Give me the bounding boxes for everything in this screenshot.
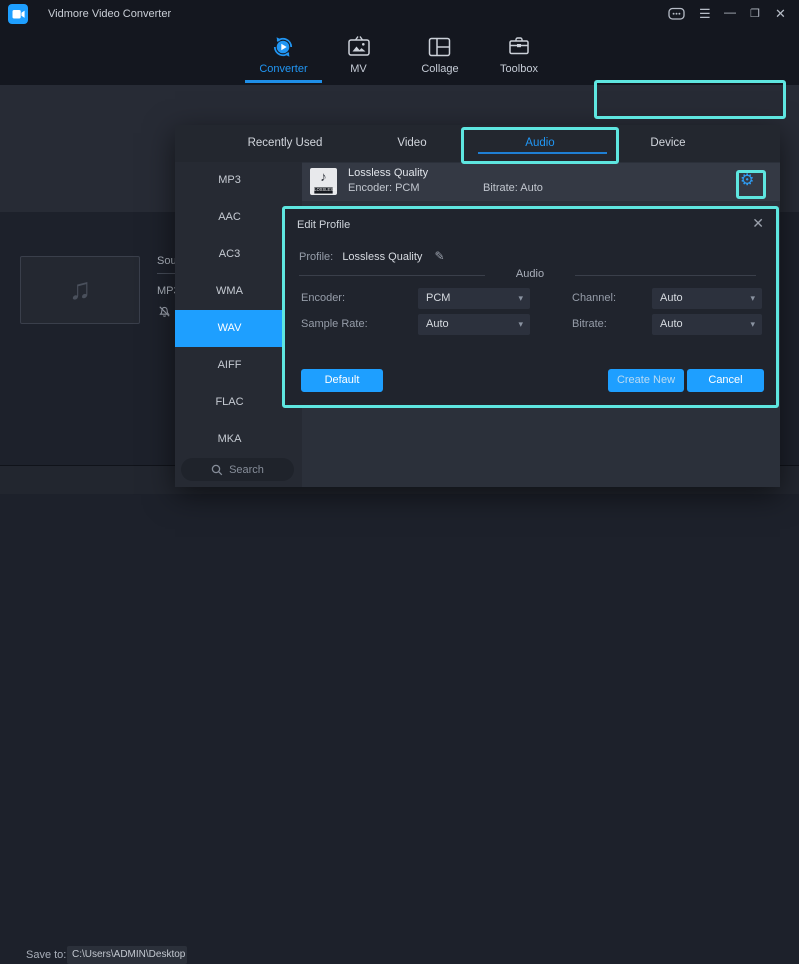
sidebar-item-aac[interactable]: AAC [175, 199, 284, 236]
profile-encoder: Encoder: PCM [348, 182, 420, 194]
audio-tab-underline [478, 152, 607, 154]
encoder-value: PCM [426, 288, 450, 309]
audio-thumbnail: ♫ [20, 256, 140, 324]
channel-value: Auto [660, 288, 683, 309]
save-to-path[interactable]: C:\Users\ADMIN\Desktop [67, 946, 187, 964]
source-label-fragment: Sou [157, 255, 177, 267]
dialog-close-icon[interactable]: ✕ [752, 215, 764, 232]
save-to-label: Save to: [26, 949, 66, 961]
format-search[interactable]: Search [181, 458, 294, 481]
mv-icon[interactable] [347, 35, 371, 58]
header: Vidmore Video Converter ☰ — ❐ ✕ Converte… [0, 0, 799, 85]
mute-icon[interactable] [158, 305, 171, 318]
edit-profile-dialog: Edit Profile ✕ Profile: Lossless Quality… [282, 206, 779, 408]
bitrate-label: Bitrate: [572, 318, 607, 330]
sidebar-item-aiff[interactable]: AIFF [175, 347, 284, 384]
sidebar-item-mp3[interactable]: MP3 [175, 162, 284, 199]
sample-rate-caret-icon: ▾ [518, 314, 523, 335]
encoder-select[interactable]: PCM ▾ [418, 288, 530, 309]
toolbox-icon[interactable] [508, 36, 530, 56]
badge-note-glyph: ♪ [310, 168, 337, 186]
converter-icon[interactable] [270, 34, 296, 60]
sample-rate-select[interactable]: Auto ▾ [418, 314, 530, 335]
source-divider [157, 273, 175, 274]
profile-label: Profile: [299, 251, 333, 263]
rename-pencil-icon[interactable]: ✎ [434, 249, 444, 263]
format-panel-tabs: Recently Used Video Audio Device [175, 125, 780, 162]
encoder-caret-icon: ▾ [518, 288, 523, 309]
channel-caret-icon: ▾ [750, 288, 755, 309]
cancel-button[interactable]: Cancel [687, 369, 764, 392]
section-divider-left [299, 275, 485, 276]
feedback-icon[interactable] [668, 7, 685, 21]
collage-icon[interactable] [428, 37, 451, 57]
maximize-icon[interactable]: ❐ [750, 7, 760, 21]
minimize-icon[interactable]: — [724, 5, 736, 19]
tab-audio[interactable]: Audio [480, 137, 600, 149]
sidebar-item-mka[interactable]: MKA [175, 421, 284, 458]
converter-tab-underline [245, 80, 322, 83]
window-title: Vidmore Video Converter [48, 8, 171, 20]
search-icon [211, 464, 223, 476]
app-logo-icon [8, 4, 28, 24]
toolbar: Add Files ▾ Converting Converted Convert… [0, 85, 799, 122]
section-divider-right [575, 275, 756, 276]
bitrate-value: Auto [660, 314, 683, 335]
sample-rate-value: Auto [426, 314, 449, 335]
channel-label: Channel: [572, 292, 616, 304]
profile-name-row: Profile: Lossless Quality ✎ [299, 249, 445, 263]
profile-bitrate: Bitrate: Auto [483, 182, 543, 194]
sidebar-item-wav[interactable]: WAV [175, 310, 284, 347]
encoder-label: Encoder: [301, 292, 345, 304]
music-note-icon: ♫ [69, 273, 92, 307]
edit-profile-gear-icon[interactable]: ⚙ [740, 171, 754, 191]
dialog-title: Edit Profile [297, 219, 350, 231]
search-placeholder: Search [229, 464, 264, 476]
tab-converter[interactable]: Converter [245, 63, 322, 75]
sample-rate-label: Sample Rate: [301, 318, 368, 330]
default-button[interactable]: Default [301, 369, 383, 392]
tab-video[interactable]: Video [352, 137, 472, 149]
sidebar-item-flac[interactable]: FLAC [175, 384, 284, 421]
bitrate-caret-icon: ▾ [750, 314, 755, 335]
lossless-format-icon: ♪ LOSSLESS [310, 168, 337, 195]
profile-value: Lossless Quality [342, 251, 422, 263]
tab-mv[interactable]: MV [330, 63, 387, 75]
tab-toolbox[interactable]: Toolbox [489, 63, 549, 75]
tab-collage[interactable]: Collage [410, 63, 470, 75]
create-new-button[interactable]: Create New [608, 369, 684, 392]
sidebar-item-ac3[interactable]: AC3 [175, 236, 284, 273]
tab-device[interactable]: Device [608, 137, 728, 149]
tab-recently-used[interactable]: Recently Used [225, 137, 345, 149]
profile-title: Lossless Quality [348, 167, 428, 179]
section-title-audio: Audio [485, 268, 575, 280]
profile-row-lossless[interactable]: ♪ LOSSLESS Lossless Quality Encoder: PCM… [302, 163, 780, 201]
badge-label: LOSSLESS [314, 187, 332, 193]
menu-icon[interactable]: ☰ [699, 7, 711, 21]
camcorder-glyph [12, 9, 25, 20]
bitrate-select[interactable]: Auto ▾ [652, 314, 762, 335]
sidebar-item-wma[interactable]: WMA [175, 273, 284, 310]
channel-select[interactable]: Auto ▾ [652, 288, 762, 309]
close-icon[interactable]: ✕ [775, 7, 786, 21]
